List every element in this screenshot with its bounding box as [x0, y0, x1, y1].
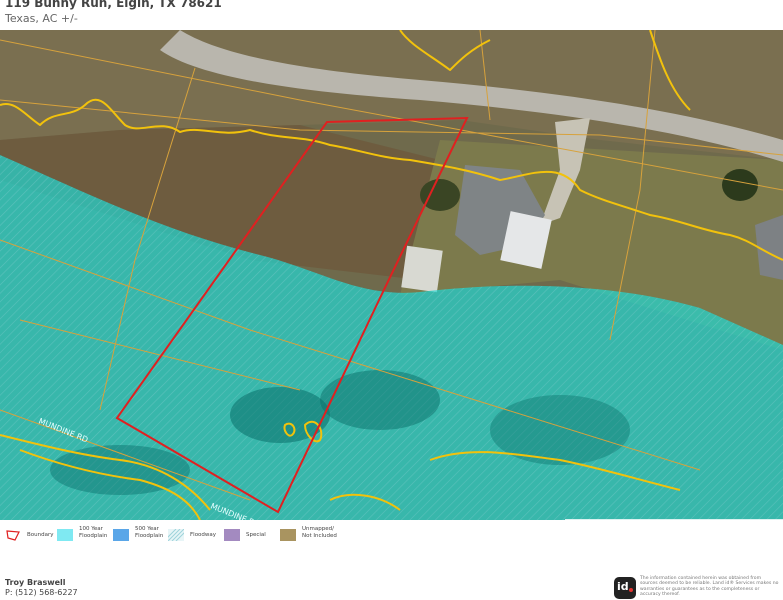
boundary-outline-icon	[6, 530, 20, 541]
legend-label: 100 Year Floodplain	[79, 526, 108, 539]
legend-swatch	[280, 529, 296, 541]
agent-phone: P: (512) 568-6227	[5, 588, 78, 597]
scale-bar: 0 50 100 150 200ft	[565, 519, 783, 520]
shed-white	[401, 245, 443, 293]
legend-swatch	[113, 529, 129, 541]
legend-swatch	[57, 529, 73, 541]
legend-swatch	[224, 529, 240, 541]
page-subtitle: Texas, AC +/-	[5, 12, 78, 25]
map-canvas[interactable]: MUNDINE RD MUNDINE RD	[0, 30, 783, 520]
logo-dot	[629, 588, 633, 592]
land-id-logo-icon: id	[614, 577, 636, 599]
map-view[interactable]: MUNDINE RD MUNDINE RD 0 50 100 150 200ft	[0, 30, 783, 520]
legend-label: Special	[246, 532, 266, 538]
agent-name: Troy Braswell	[5, 578, 66, 587]
tree	[420, 179, 460, 211]
legend-label: Floodway	[190, 532, 217, 538]
page-title: 119 Bunny Run, Elgin, TX 78621	[5, 0, 222, 10]
header: 119 Bunny Run, Elgin, TX 78621 Texas, AC…	[0, 0, 783, 30]
disclaimer-text: The information contained herein was obt…	[640, 576, 779, 598]
legend-label: Unmapped/ Not Included	[302, 526, 337, 539]
hatched-swatch-icon	[168, 529, 184, 541]
tree	[722, 169, 758, 201]
tree-cluster	[320, 370, 440, 430]
legend-label: 500 Year Floodplain	[135, 526, 164, 539]
legend: Boundary 100 Year Floodplain 500 Year Fl…	[0, 524, 783, 550]
logo-text: id	[617, 580, 629, 593]
